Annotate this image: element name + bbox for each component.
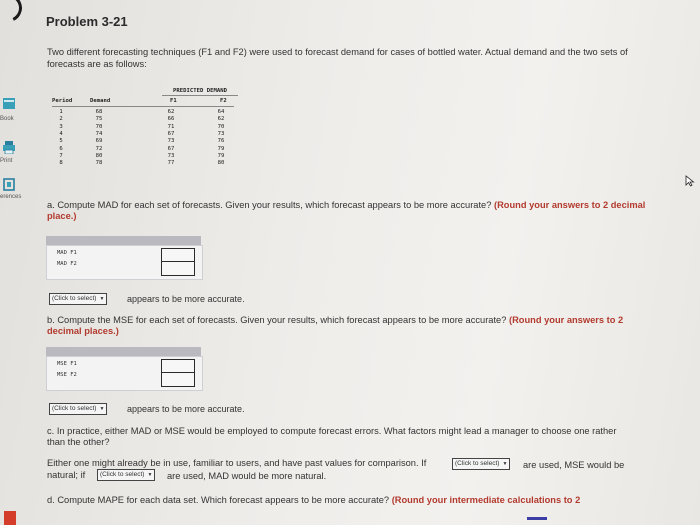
part-a-question: a. Compute MAD for each set of forecasts… [47, 200, 646, 221]
part-c-sentence-4: are used, MAD would be more natural. [167, 471, 327, 481]
table-cell: 73 [217, 130, 225, 137]
table-header-demand: Demand [90, 98, 111, 104]
table-cell: 76 [217, 138, 225, 145]
part-d-question: d. Compute MAPE for each data set. Which… [47, 495, 581, 505]
part-c-sentence-1: Either one might already be in use, fami… [47, 458, 427, 468]
dropdown-arrow-icon: ▼ [147, 472, 153, 478]
mse-f2-input[interactable] [162, 373, 194, 386]
table-cell: 8 [59, 160, 63, 167]
bottom-indicator [527, 517, 547, 520]
table-cell: 7 [59, 152, 63, 159]
part-c-sentence-2: are used, MSE would be [523, 460, 625, 470]
table-cell: 80 [217, 160, 225, 167]
part-c-sentence-3: natural; if [47, 470, 86, 480]
row-label-mad-f1: MAD F1 [57, 250, 77, 256]
row-label-mse-f1: MSE F1 [57, 361, 77, 367]
sidebar-item-references[interactable]: erences [0, 194, 21, 200]
problem-intro: Two different forecasting techniques (F1… [47, 47, 628, 69]
book-icon[interactable] [2, 97, 16, 110]
table-cell: 73 [167, 152, 175, 159]
part-a-after-select: appears to be more accurate. [127, 294, 245, 304]
table-cell: 3 [59, 123, 63, 130]
part-c-select-1[interactable]: (Click to select) ▼ [452, 458, 511, 470]
part-b-answer-table: MSE F1 MSE F2 [46, 356, 203, 391]
table-header-f2: F2 [220, 98, 227, 104]
row-label-mad-f2: MAD F2 [57, 261, 77, 267]
table-cell: 64 [217, 109, 225, 115]
part-b-question: b. Compute the MSE for each set of forec… [47, 315, 624, 336]
table-cell: 4 [59, 130, 63, 137]
dropdown-arrow-icon: ▼ [502, 461, 508, 467]
references-icon[interactable] [2, 178, 16, 191]
mse-input-group [161, 359, 195, 387]
table-cell: 67 [167, 130, 175, 137]
part-b-table-header [46, 347, 201, 356]
table-cell: 5 [59, 138, 63, 145]
sidebar-item-book[interactable]: Book [0, 116, 14, 122]
part-c-select-2[interactable]: (Click to select) ▼ [97, 469, 156, 481]
table-cell: 71 [167, 123, 175, 130]
page-title: Problem 3-21 [46, 14, 128, 29]
table-cell: 62 [167, 109, 175, 115]
cursor-icon [685, 174, 695, 187]
table-cell: 79 [217, 145, 225, 152]
table-cell: 70 [95, 123, 103, 130]
part-a-select[interactable]: (Click to select) ▼ [49, 293, 108, 305]
table-cell: 2 [59, 116, 63, 123]
table-cell: 6 [59, 145, 63, 152]
table-cell: 70 [217, 123, 225, 130]
dropdown-arrow-icon: ▼ [99, 406, 105, 412]
part-a-answer-table: MAD F1 MAD F2 [46, 245, 203, 280]
row-label-mse-f2: MSE F2 [57, 372, 77, 378]
table-cell: 74 [95, 130, 103, 137]
table-header-period: Period [52, 98, 73, 104]
table-cell: 68 [95, 109, 103, 115]
mad-input-group [161, 248, 195, 276]
table-cell: 73 [167, 138, 175, 145]
part-a-table-header [46, 236, 201, 245]
table-header-f1: F1 [170, 98, 177, 104]
dropdown-arrow-icon: ▼ [99, 296, 105, 302]
table-divider [52, 106, 234, 107]
logo-icon [0, 0, 26, 26]
table-cell: 80 [95, 152, 103, 159]
print-icon[interactable] [2, 141, 16, 155]
problem-page: Book Print erences Problem 3-21 Two diff… [0, 0, 700, 525]
mad-f2-input[interactable] [162, 262, 194, 275]
bottom-badge-icon [4, 511, 16, 525]
table-group-header: PREDICTED DEMAND [162, 88, 238, 96]
table-cell: 77 [167, 160, 175, 167]
part-b-select[interactable]: (Click to select) ▼ [49, 403, 108, 415]
table-cell: 78 [95, 160, 103, 167]
part-c-question: c. In practice, either MAD or MSE would … [47, 426, 617, 447]
table-cell: 67 [167, 145, 175, 152]
table-cell: 72 [95, 145, 103, 152]
left-sidebar: Book Print erences [0, 0, 40, 525]
table-cell: 62 [217, 116, 225, 123]
table-cell: 69 [95, 138, 103, 145]
table-cell: 66 [167, 116, 175, 123]
sidebar-item-print[interactable]: Print [0, 158, 12, 164]
table-cell: 79 [217, 152, 225, 159]
table-cell: 1 [59, 109, 63, 115]
part-b-after-select: appears to be more accurate. [127, 404, 245, 414]
table-cell: 75 [95, 116, 103, 123]
